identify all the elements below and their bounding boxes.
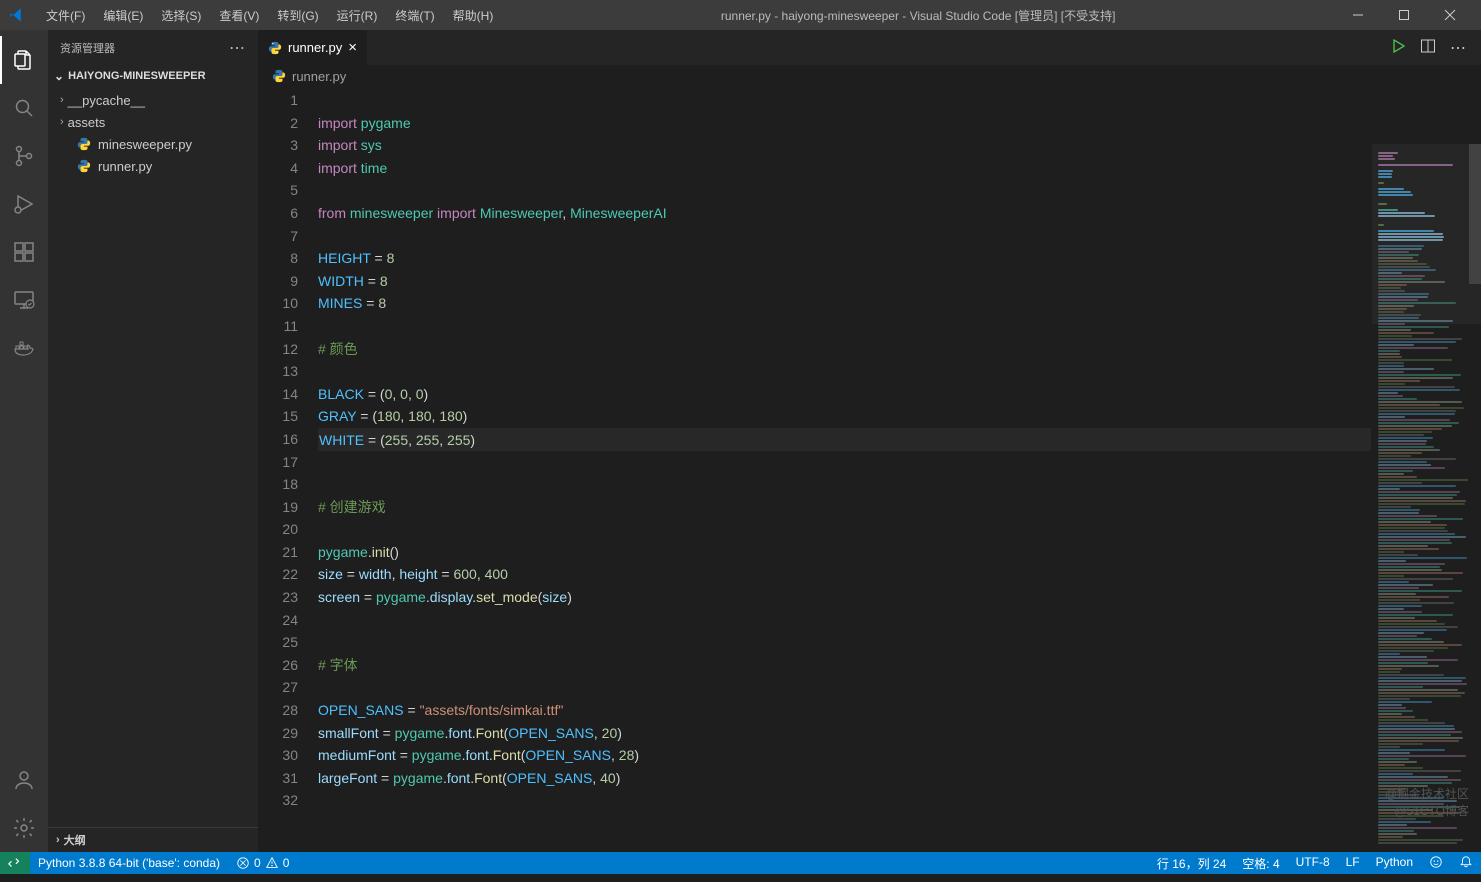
account-icon[interactable] bbox=[0, 756, 48, 804]
menu-item[interactable]: 终端(T) bbox=[387, 3, 442, 28]
outline-label: 大纲 bbox=[64, 832, 86, 848]
source-control-icon[interactable] bbox=[0, 132, 48, 180]
feedback-icon[interactable] bbox=[1421, 855, 1451, 869]
breadcrumb-file: runner.py bbox=[292, 69, 346, 84]
folder-item[interactable]: ›__pycache__ bbox=[48, 89, 258, 111]
menu-item[interactable]: 选择(S) bbox=[153, 3, 209, 28]
remote-indicator[interactable] bbox=[0, 852, 30, 874]
project-header[interactable]: ⌄ HAIYONG-MINESWEEPER bbox=[48, 65, 258, 87]
python-file-icon bbox=[76, 137, 92, 151]
run-icon[interactable] bbox=[1390, 38, 1406, 58]
explorer-sidebar: 资源管理器 ⋯ ⌄ HAIYONG-MINESWEEPER ›__pycache… bbox=[48, 30, 258, 852]
remote-explorer-icon[interactable] bbox=[0, 276, 48, 324]
explorer-icon[interactable] bbox=[0, 36, 48, 84]
menu-item[interactable]: 帮助(H) bbox=[445, 3, 502, 28]
scrollbar[interactable] bbox=[1469, 144, 1481, 852]
sidebar-more-icon[interactable]: ⋯ bbox=[229, 38, 246, 58]
maximize-button[interactable] bbox=[1381, 0, 1427, 30]
menu-item[interactable]: 运行(R) bbox=[329, 3, 386, 28]
search-icon[interactable] bbox=[0, 84, 48, 132]
window-title: runner.py - haiyong-minesweeper - Visual… bbox=[501, 7, 1335, 24]
chevron-right-icon: › bbox=[60, 94, 64, 106]
indent-indicator[interactable]: 空格: 4 bbox=[1234, 855, 1287, 872]
editor-area: runner.py × ⋯ runner.py 1234567891011121… bbox=[258, 30, 1481, 852]
titlebar: 文件(F)编辑(E)选择(S)查看(V)转到(G)运行(R)终端(T)帮助(H)… bbox=[0, 0, 1481, 30]
settings-icon[interactable] bbox=[0, 804, 48, 852]
tab-label: runner.py bbox=[288, 40, 342, 55]
code-content[interactable]: import pygameimport sysimport time from … bbox=[318, 87, 1481, 852]
python-file-icon bbox=[76, 159, 92, 173]
python-file-icon bbox=[268, 41, 282, 55]
menu-item[interactable]: 转到(G) bbox=[269, 3, 326, 28]
python-env[interactable]: Python 3.8.8 64-bit ('base': conda) bbox=[30, 852, 228, 874]
tab-bar: runner.py × ⋯ bbox=[258, 30, 1481, 65]
minimize-button[interactable] bbox=[1335, 0, 1381, 30]
watermark: @掘金技术社区 @51CTO博客 bbox=[1385, 786, 1469, 820]
status-bar: Python 3.8.8 64-bit ('base': conda) 0 0 … bbox=[0, 852, 1481, 874]
notifications-icon[interactable] bbox=[1451, 855, 1481, 869]
menu-item[interactable]: 文件(F) bbox=[38, 3, 93, 28]
language-indicator[interactable]: Python bbox=[1368, 855, 1421, 869]
folder-item[interactable]: ›assets bbox=[48, 111, 258, 133]
problems-indicator[interactable]: 0 0 bbox=[228, 852, 297, 874]
extensions-icon[interactable] bbox=[0, 228, 48, 276]
minimap-viewport[interactable] bbox=[1371, 144, 1481, 324]
line-numbers: 1234567891011121314151617181920212223242… bbox=[258, 87, 318, 852]
encoding-indicator[interactable]: UTF-8 bbox=[1288, 855, 1338, 869]
docker-icon[interactable] bbox=[0, 324, 48, 372]
menu-item[interactable]: 查看(V) bbox=[211, 3, 267, 28]
outline-header[interactable]: › 大纲 bbox=[48, 827, 258, 852]
file-tree: ›__pycache__›assetsminesweeper.pyrunner.… bbox=[48, 87, 258, 177]
eol-indicator[interactable]: LF bbox=[1338, 855, 1368, 869]
main-area: 资源管理器 ⋯ ⌄ HAIYONG-MINESWEEPER ›__pycache… bbox=[0, 30, 1481, 852]
python-file-icon bbox=[272, 69, 286, 83]
menu-item[interactable]: 编辑(E) bbox=[95, 3, 151, 28]
scrollbar-thumb[interactable] bbox=[1469, 144, 1481, 284]
file-item[interactable]: runner.py bbox=[48, 155, 258, 177]
chevron-down-icon: ⌄ bbox=[54, 69, 64, 83]
sidebar-title: 资源管理器 bbox=[60, 40, 115, 56]
minimap[interactable] bbox=[1371, 144, 1481, 852]
file-item[interactable]: minesweeper.py bbox=[48, 133, 258, 155]
main-menu: 文件(F)编辑(E)选择(S)查看(V)转到(G)运行(R)终端(T)帮助(H) bbox=[38, 3, 501, 28]
close-button[interactable] bbox=[1427, 0, 1473, 30]
chevron-right-icon: › bbox=[56, 834, 60, 846]
breadcrumb[interactable]: runner.py bbox=[258, 65, 1481, 87]
tab-runner[interactable]: runner.py × bbox=[258, 30, 367, 65]
activity-bar bbox=[0, 30, 48, 852]
split-editor-icon[interactable] bbox=[1420, 38, 1436, 58]
close-tab-icon[interactable]: × bbox=[348, 39, 357, 56]
vscode-logo-icon bbox=[8, 6, 26, 24]
editor-actions: ⋯ bbox=[1390, 38, 1481, 58]
more-actions-icon[interactable]: ⋯ bbox=[1450, 38, 1467, 58]
run-debug-icon[interactable] bbox=[0, 180, 48, 228]
chevron-right-icon: › bbox=[60, 116, 64, 128]
code-editor[interactable]: 1234567891011121314151617181920212223242… bbox=[258, 87, 1481, 852]
project-name: HAIYONG-MINESWEEPER bbox=[68, 70, 206, 82]
sidebar-header: 资源管理器 ⋯ bbox=[48, 30, 258, 65]
cursor-position[interactable]: 行 16，列 24 bbox=[1149, 855, 1234, 872]
window-controls bbox=[1335, 0, 1473, 30]
